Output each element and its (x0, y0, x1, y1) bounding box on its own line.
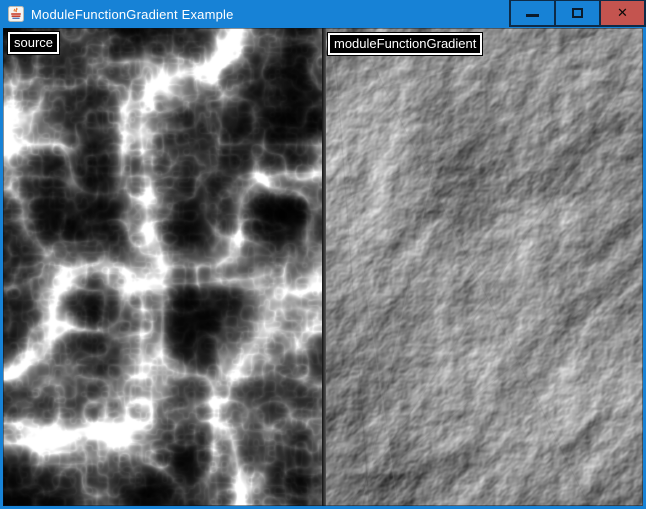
close-icon: ✕ (617, 7, 628, 20)
close-button[interactable]: ✕ (599, 0, 646, 27)
gradient-image-label: moduleFunctionGradient (328, 33, 482, 55)
source-image-panel: source (3, 28, 322, 506)
window-controls: ✕ (511, 0, 646, 27)
maximize-button[interactable] (554, 0, 601, 27)
module-function-gradient-image (326, 28, 643, 506)
window-title: ModuleFunctionGradient Example (31, 7, 511, 22)
app-window: ModuleFunctionGradient Example ✕ source … (0, 0, 646, 509)
image-content-area: source moduleFunctionGradient (3, 28, 643, 506)
titlebar[interactable]: ModuleFunctionGradient Example ✕ (0, 0, 646, 28)
source-image-label: source (8, 32, 59, 54)
gradient-image-panel: moduleFunctionGradient (326, 28, 643, 506)
java-coffee-cup-icon[interactable] (8, 6, 24, 22)
source-image (3, 28, 322, 506)
maximize-icon (572, 8, 583, 18)
minimize-icon (526, 14, 539, 17)
minimize-button[interactable] (509, 0, 556, 27)
